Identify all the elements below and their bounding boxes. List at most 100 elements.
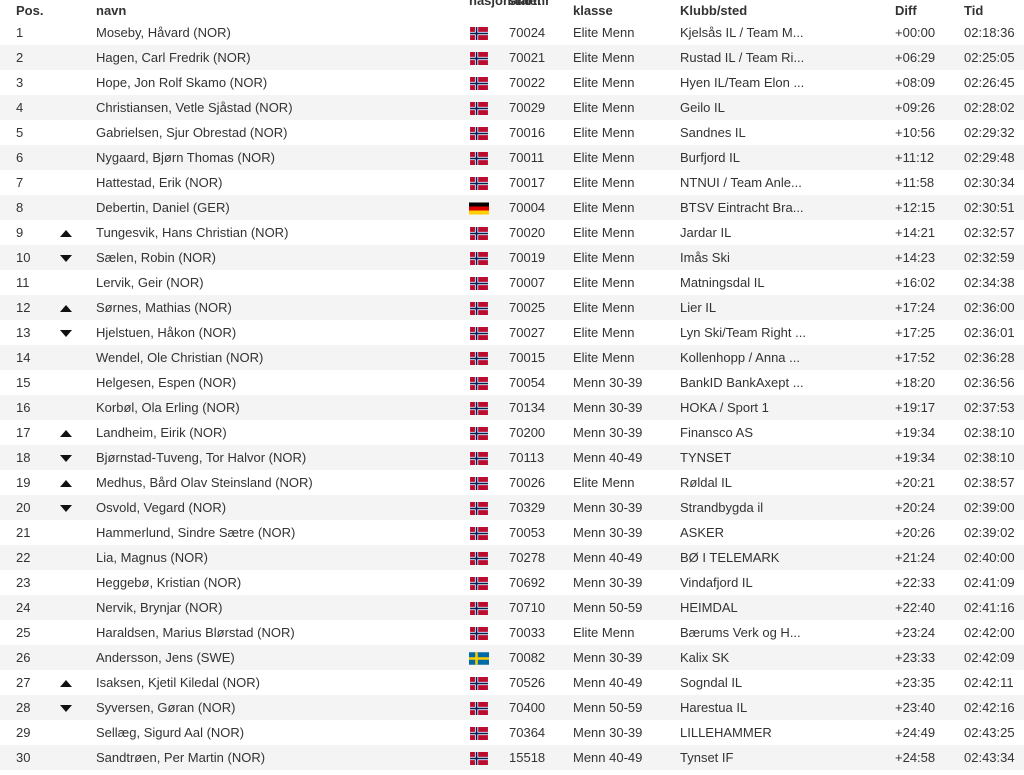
table-row[interactable]: 16 Korbøl, Ola Erling (NOR) 70134 Menn 30-3… xyxy=(0,395,1024,420)
row-name[interactable]: Sandtrøen, Per Martin (NOR) xyxy=(96,745,469,770)
row-name[interactable]: Sælen, Robin (NOR) xyxy=(96,245,469,270)
header-name[interactable]: navn xyxy=(96,0,469,20)
row-name[interactable]: Debertin, Daniel (GER) xyxy=(96,195,469,220)
table-row[interactable]: 6 Nygaard, Bjørn Thomas (NOR) 70011 Elite M… xyxy=(0,145,1024,170)
row-position: 22 xyxy=(16,550,31,565)
row-name[interactable]: Hattestad, Erik (NOR) xyxy=(96,170,469,195)
header-pos[interactable]: Pos. xyxy=(0,0,58,20)
row-position: 25 xyxy=(16,625,31,640)
table-row[interactable]: 25 Haraldsen, Marius Blørstad (NOR) 70033 E… xyxy=(0,620,1024,645)
table-row[interactable]: 7 Hattestad, Erik (NOR) 70017 Elite Menn NTN… xyxy=(0,170,1024,195)
table-row[interactable]: 20 Osvold, Vegard (NOR) 70329 Menn 30-39 Str… xyxy=(0,495,1024,520)
table-row[interactable]: 14 Wendel, Ole Christian (NOR) 70015 Elite … xyxy=(0,345,1024,370)
row-trend xyxy=(58,170,96,195)
header-nationality[interactable]: nasjonalitet xyxy=(469,0,541,20)
row-name[interactable]: Bjørnstad-Tuveng, Tor Halvor (NOR) xyxy=(96,445,469,470)
row-time: 02:43:25 xyxy=(964,725,1015,740)
row-name[interactable]: Hope, Jon Rolf Skamo (NOR) xyxy=(96,70,469,95)
row-name[interactable]: Hagen, Carl Fredrik (NOR) xyxy=(96,45,469,70)
row-name[interactable]: Landheim, Eirik (NOR) xyxy=(96,420,469,445)
table-row[interactable]: 27 Isaksen, Kjetil Kiledal (NOR) 70526 Menn… xyxy=(0,670,1024,695)
table-row[interactable]: 23 Heggebø, Kristian (NOR) 70692 Menn 30-39… xyxy=(0,570,1024,595)
table-row[interactable]: 29 Sellæg, Sigurd Aal (NOR) 70364 Menn 30-3… xyxy=(0,720,1024,745)
row-name[interactable]: Medhus, Bård Olav Steinsland (NOR) xyxy=(96,470,469,495)
table-row[interactable]: 19 Medhus, Bård Olav Steinsland (NOR) 7002… xyxy=(0,470,1024,495)
row-nationality xyxy=(469,445,509,470)
row-name[interactable]: Sørnes, Mathias (NOR) xyxy=(96,295,469,320)
flag-nor-icon xyxy=(469,577,489,591)
row-name[interactable]: Heggebø, Kristian (NOR) xyxy=(96,570,469,595)
table-row[interactable]: 17 Landheim, Eirik (NOR) 70200 Menn 30-39 Fi… xyxy=(0,420,1024,445)
row-name[interactable]: Gabrielsen, Sjur Obrestad (NOR) xyxy=(96,120,469,145)
row-time: 02:34:38 xyxy=(964,275,1015,290)
table-row[interactable]: 18 Bjørnstad-Tuveng, Tor Halvor (NOR) 7011… xyxy=(0,445,1024,470)
row-position: 26 xyxy=(16,650,31,665)
table-row[interactable]: 3 Hope, Jon Rolf Skamo (NOR) 70022 Elite Me… xyxy=(0,70,1024,95)
table-row[interactable]: 2 Hagen, Carl Fredrik (NOR) 70021 Elite Men… xyxy=(0,45,1024,70)
header-startnr[interactable]: startnr xyxy=(509,0,573,20)
row-name[interactable]: Helgesen, Espen (NOR) xyxy=(96,370,469,395)
trend-down-icon xyxy=(60,705,72,712)
row-name[interactable]: Moseby, Håvard (NOR) xyxy=(96,20,469,45)
table-row[interactable]: 12 Sørnes, Mathias (NOR) 70025 Elite Menn Li… xyxy=(0,295,1024,320)
table-row[interactable]: 10 Sælen, Robin (NOR) 70019 Elite Menn Imås … xyxy=(0,245,1024,270)
header-club[interactable]: Klubb/sted xyxy=(680,0,895,20)
row-startnr: 70020 xyxy=(509,225,546,240)
table-row[interactable]: 4 Christiansen, Vetle Sjåstad (NOR) 70029 E… xyxy=(0,95,1024,120)
row-name[interactable]: Wendel, Ole Christian (NOR) xyxy=(96,345,469,370)
row-time: 02:38:10 xyxy=(964,450,1015,465)
row-name[interactable]: Isaksen, Kjetil Kiledal (NOR) xyxy=(96,670,469,695)
row-club: Vindafjord IL xyxy=(680,575,753,590)
flag-nor-icon xyxy=(469,502,489,516)
table-row[interactable]: 21 Hammerlund, Sindre Sætre (NOR) 70053 Men… xyxy=(0,520,1024,545)
row-name[interactable]: Haraldsen, Marius Blørstad (NOR) xyxy=(96,620,469,645)
row-name[interactable]: Andersson, Jens (SWE) xyxy=(96,645,469,670)
row-name[interactable]: Sellæg, Sigurd Aal (NOR) xyxy=(96,720,469,745)
table-row[interactable]: 26 Andersson, Jens (SWE) 70082 Menn 30-39 Ka… xyxy=(0,645,1024,670)
table-row[interactable]: 9 Tungesvik, Hans Christian (NOR) 70020 Eli… xyxy=(0,220,1024,245)
row-time: 02:30:51 xyxy=(964,200,1015,215)
row-trend xyxy=(58,445,96,470)
row-name[interactable]: Korbøl, Ola Erling (NOR) xyxy=(96,395,469,420)
row-time: 02:29:48 xyxy=(964,150,1015,165)
row-trend xyxy=(58,545,96,570)
row-nationality xyxy=(469,245,509,270)
row-club: Imås Ski xyxy=(680,250,730,265)
row-startnr: 70054 xyxy=(509,375,546,390)
header-time[interactable]: Tid xyxy=(964,0,1024,20)
header-class[interactable]: klasse xyxy=(573,0,680,20)
table-row[interactable]: 13 Hjelstuen, Håkon (NOR) 70027 Elite Menn L… xyxy=(0,320,1024,345)
row-name[interactable]: Nygaard, Bjørn Thomas (NOR) xyxy=(96,145,469,170)
row-class: Menn 30-39 xyxy=(573,650,643,665)
row-startnr: 70278 xyxy=(509,550,546,565)
row-diff: +14:23 xyxy=(895,250,936,265)
row-diff: +24:58 xyxy=(895,750,936,765)
row-name[interactable]: Lia, Magnus (NOR) xyxy=(96,545,469,570)
row-time: 02:41:16 xyxy=(964,600,1015,615)
table-row[interactable]: 28 Syversen, Gøran (NOR) 70400 Menn 50-59 Ha… xyxy=(0,695,1024,720)
table-row[interactable]: 8 Debertin, Daniel (GER) 70004 Elite Menn BT… xyxy=(0,195,1024,220)
flag-nor-icon xyxy=(469,102,489,116)
table-row[interactable]: 11 Lervik, Geir (NOR) 70007 Elite Menn Matni… xyxy=(0,270,1024,295)
row-name[interactable]: Syversen, Gøran (NOR) xyxy=(96,695,469,720)
row-name[interactable]: Christiansen, Vetle Sjåstad (NOR) xyxy=(96,95,469,120)
table-row[interactable]: 1 Moseby, Håvard (NOR) 70024 Elite Menn Kjel… xyxy=(0,20,1024,45)
row-name[interactable]: Nervik, Brynjar (NOR) xyxy=(96,595,469,620)
row-club: LILLEHAMMER xyxy=(680,725,772,740)
header-diff[interactable]: Diff xyxy=(895,0,964,20)
row-diff: +19:34 xyxy=(895,450,936,465)
row-startnr: 70200 xyxy=(509,425,546,440)
row-name[interactable]: Hjelstuen, Håkon (NOR) xyxy=(96,320,469,345)
row-name[interactable]: Hammerlund, Sindre Sætre (NOR) xyxy=(96,520,469,545)
row-name[interactable]: Osvold, Vegard (NOR) xyxy=(96,495,469,520)
table-row[interactable]: 15 Helgesen, Espen (NOR) 70054 Menn 30-39 Ba… xyxy=(0,370,1024,395)
row-diff: +08:09 xyxy=(895,75,936,90)
row-diff: +14:21 xyxy=(895,225,936,240)
table-row[interactable]: 5 Gabrielsen, Sjur Obrestad (NOR) 70016 Eli… xyxy=(0,120,1024,145)
table-row[interactable]: 30 Sandtrøen, Per Martin (NOR) 15518 Menn 4… xyxy=(0,745,1024,770)
table-row[interactable]: 24 Nervik, Brynjar (NOR) 70710 Menn 50-59 HE… xyxy=(0,595,1024,620)
row-name[interactable]: Tungesvik, Hans Christian (NOR) xyxy=(96,220,469,245)
table-row[interactable]: 22 Lia, Magnus (NOR) 70278 Menn 40-49 BØ I T… xyxy=(0,545,1024,570)
row-startnr: 15518 xyxy=(509,750,546,765)
row-name[interactable]: Lervik, Geir (NOR) xyxy=(96,270,469,295)
